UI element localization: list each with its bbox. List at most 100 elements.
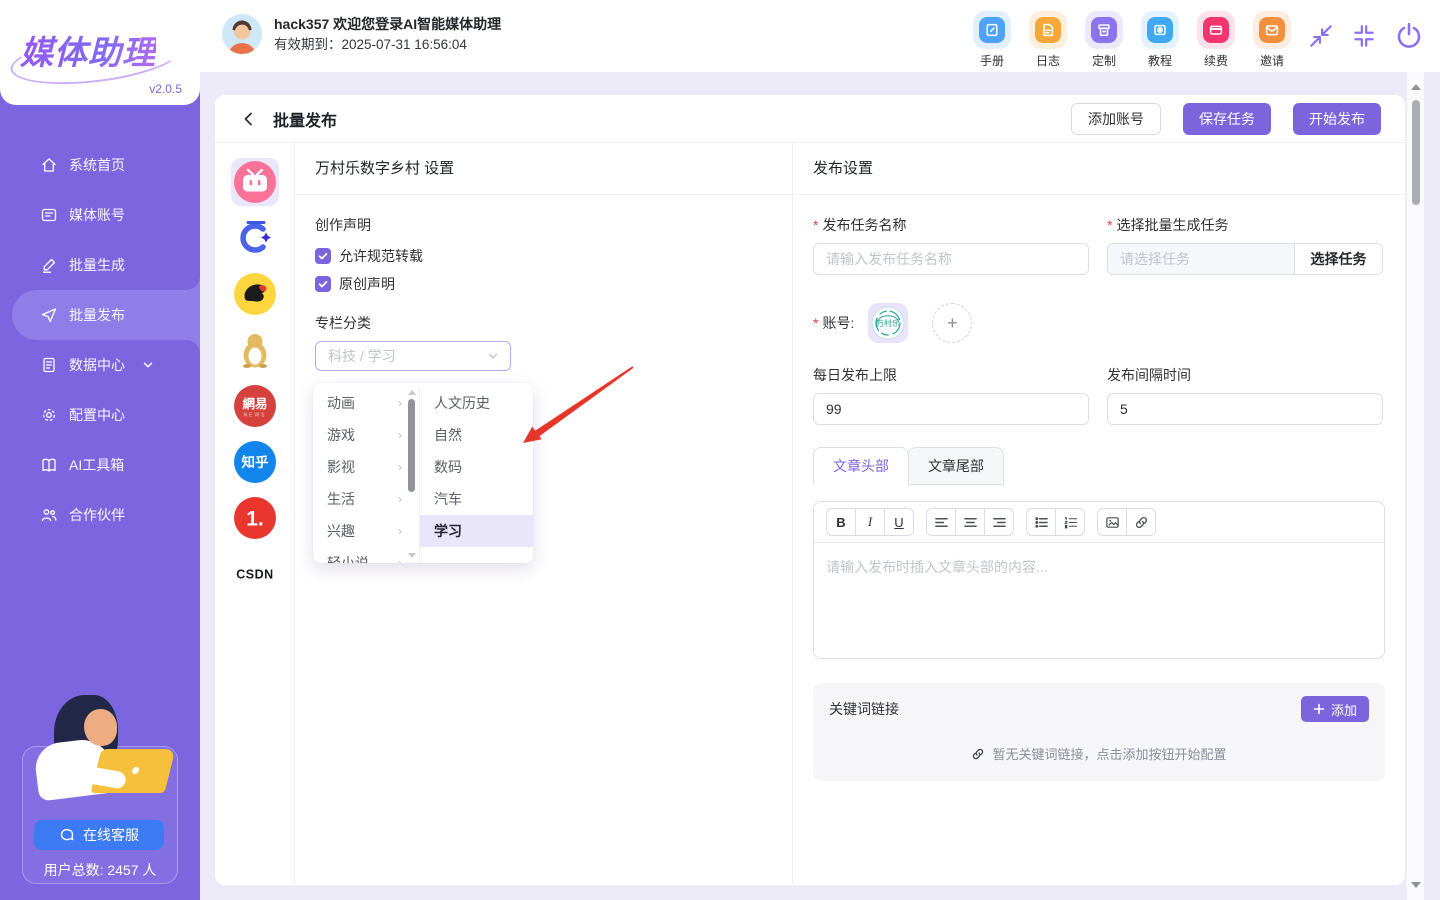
cascader-option-ziran[interactable]: 自然 <box>420 419 533 451</box>
cascader-option-donghua[interactable]: 动画› <box>313 387 405 419</box>
cascader-level1: 动画› 游戏› 影视› 生活› 兴趣› 轻小说› <box>313 387 405 563</box>
scroll-up-arrow[interactable] <box>1411 84 1421 90</box>
start-publish-button[interactable]: 开始发布 <box>1293 103 1381 135</box>
cascader-option-clipped[interactable]: 轻小说› <box>313 547 405 563</box>
cascader-option-qiche[interactable]: 汽车 <box>420 483 533 515</box>
cascader-option-renwenlishi[interactable]: 人文历史 <box>420 387 533 419</box>
cascader-level2: 人文历史 自然 数码 汽车 学习 <box>419 387 533 563</box>
align-center-button[interactable] <box>955 508 985 536</box>
cascader-option-shenghuo[interactable]: 生活› <box>313 483 405 515</box>
scroll-down-arrow[interactable] <box>1411 882 1421 888</box>
batch-task-input[interactable] <box>1108 244 1294 274</box>
chevron-right-icon: › <box>398 460 402 474</box>
sidebar-item-ai-toolbox[interactable]: AI工具箱 <box>0 440 200 490</box>
publish-settings-title: 发布设置 <box>793 143 1405 195</box>
home-icon <box>40 156 58 174</box>
people-icon <box>40 506 58 524</box>
online-service-button[interactable]: 在线客服 <box>34 820 164 850</box>
send-icon <box>40 306 58 324</box>
book-icon <box>40 456 58 474</box>
keywords-add-button[interactable]: 添加 <box>1301 696 1369 722</box>
quicklink-renew[interactable]: 续费 <box>1196 11 1236 69</box>
account-label: *账号: <box>813 313 854 333</box>
cascader-option-shuma[interactable]: 数码 <box>420 451 533 483</box>
quicklink-custom[interactable]: 定制 <box>1084 11 1124 69</box>
back-button[interactable] <box>239 109 259 129</box>
bold-button[interactable]: B <box>826 508 856 536</box>
tab-article-header[interactable]: 文章头部 <box>813 447 909 485</box>
invite-icon <box>1259 17 1285 43</box>
sidebar-item-batch-publish[interactable]: 批量发布 <box>12 290 200 340</box>
align-right-button[interactable] <box>984 508 1014 536</box>
netease-logo-text: 網易 <box>242 396 267 411</box>
cascader-option-yingshi[interactable]: 影视› <box>313 451 405 483</box>
account-avatar[interactable]: 万村乐 <box>868 303 908 343</box>
checkbox-checked-icon <box>315 276 331 292</box>
sidebar-item-data-center[interactable]: 数据中心 <box>0 340 200 390</box>
checkbox-allow-repost[interactable]: 允许规范转载 <box>315 245 772 267</box>
platform-bilibili[interactable] <box>231 158 279 206</box>
scroll-down-arrow[interactable] <box>408 553 416 558</box>
sidebar-item-partners[interactable]: 合作伙伴 <box>0 490 200 540</box>
cascader-option-xingqu[interactable]: 兴趣› <box>313 515 405 547</box>
platform-csdn[interactable]: CSDN <box>231 550 279 598</box>
quicklink-manual[interactable]: 手册 <box>972 11 1012 69</box>
select-task-button[interactable]: 选择任务 <box>1294 244 1382 274</box>
sidebar-item-label: 系统首页 <box>69 155 125 175</box>
platform-chuangzuo-c[interactable] <box>231 214 279 262</box>
window-controls <box>1308 21 1424 51</box>
collapse-icon[interactable] <box>1351 23 1377 49</box>
insert-image-button[interactable] <box>1097 508 1127 536</box>
category-select[interactable]: 科技 / 学习 <box>315 341 511 371</box>
quicklink-invite[interactable]: 邀请 <box>1252 11 1292 69</box>
keywords-section: 关键词链接 添加 暂无关键词链接，点击添加按钮开始配置 <box>813 683 1385 781</box>
sidebar-item-label: AI工具箱 <box>69 455 124 475</box>
main-scroll-thumb[interactable] <box>1412 100 1420 205</box>
tutorial-icon <box>1147 17 1173 43</box>
platform-bird-news[interactable] <box>231 270 279 318</box>
save-task-button[interactable]: 保存任务 <box>1183 103 1271 135</box>
user-avatar[interactable] <box>222 14 262 54</box>
cascader-option-youxi[interactable]: 游戏› <box>313 419 405 451</box>
insert-link-button[interactable] <box>1126 508 1156 536</box>
user-total: 用户总数: 2457 人 <box>0 860 200 880</box>
sidebar-item-label: 数据中心 <box>69 355 125 375</box>
quicklink-log[interactable]: 日志 <box>1028 11 1068 69</box>
statement-label: 创作声明 <box>315 215 772 235</box>
scroll-up-arrow[interactable] <box>408 390 416 395</box>
underline-button[interactable]: U <box>884 508 914 536</box>
keywords-label: 关键词链接 <box>829 699 899 719</box>
ordered-list-button[interactable] <box>1055 508 1085 536</box>
sidebar-menu: 系统首页 媒体账号 批量生成 批量发布 <box>0 140 200 540</box>
sidebar-item-home[interactable]: 系统首页 <box>0 140 200 190</box>
task-name-input[interactable] <box>813 243 1089 275</box>
add-account-button[interactable]: 添加账号 <box>1071 103 1161 135</box>
italic-button[interactable]: I <box>855 508 885 536</box>
sidebar-item-config-center[interactable]: 配置中心 <box>0 390 200 440</box>
exit-fullscreen-icon[interactable] <box>1308 23 1334 49</box>
add-account-plus-button[interactable]: + <box>932 303 972 343</box>
bullet-list-button[interactable] <box>1026 508 1056 536</box>
user-lines: hack357 欢迎您登录AI智能媒体助理 有效期到：2025-07-31 16… <box>274 14 501 54</box>
sidebar-item-media-accounts[interactable]: 媒体账号 <box>0 190 200 240</box>
platform-yidian[interactable]: 1. <box>231 494 279 542</box>
quicklink-tutorial[interactable]: 教程 <box>1140 11 1180 69</box>
sidebar-item-label: 批量发布 <box>69 305 125 325</box>
batch-task-label: *选择批量生成任务 <box>1107 215 1383 235</box>
platform-qq-penguin[interactable] <box>231 326 279 374</box>
editor-body[interactable]: 请输入发布时插入文章头部的内容... <box>814 543 1384 659</box>
daily-limit-input[interactable] <box>813 393 1089 425</box>
power-icon[interactable] <box>1394 21 1424 51</box>
page-title: 批量发布 <box>273 107 337 131</box>
align-left-button[interactable] <box>926 508 956 536</box>
sidebar-item-batch-generate[interactable]: 批量生成 <box>0 240 200 290</box>
platform-zhihu[interactable]: 知乎 <box>231 438 279 486</box>
batch-task-group: 选择任务 <box>1107 243 1383 275</box>
page-actions: 添加账号 保存任务 开始发布 <box>1071 103 1381 135</box>
checkbox-original-statement[interactable]: 原创声明 <box>315 273 772 295</box>
tab-article-footer[interactable]: 文章尾部 <box>908 447 1004 485</box>
platform-netease[interactable]: 網易NEWS <box>231 382 279 430</box>
interval-input[interactable] <box>1107 393 1383 425</box>
cascader-option-xuexi-selected[interactable]: 学习 <box>420 515 533 547</box>
cascader-scroll-thumb[interactable] <box>408 399 415 492</box>
